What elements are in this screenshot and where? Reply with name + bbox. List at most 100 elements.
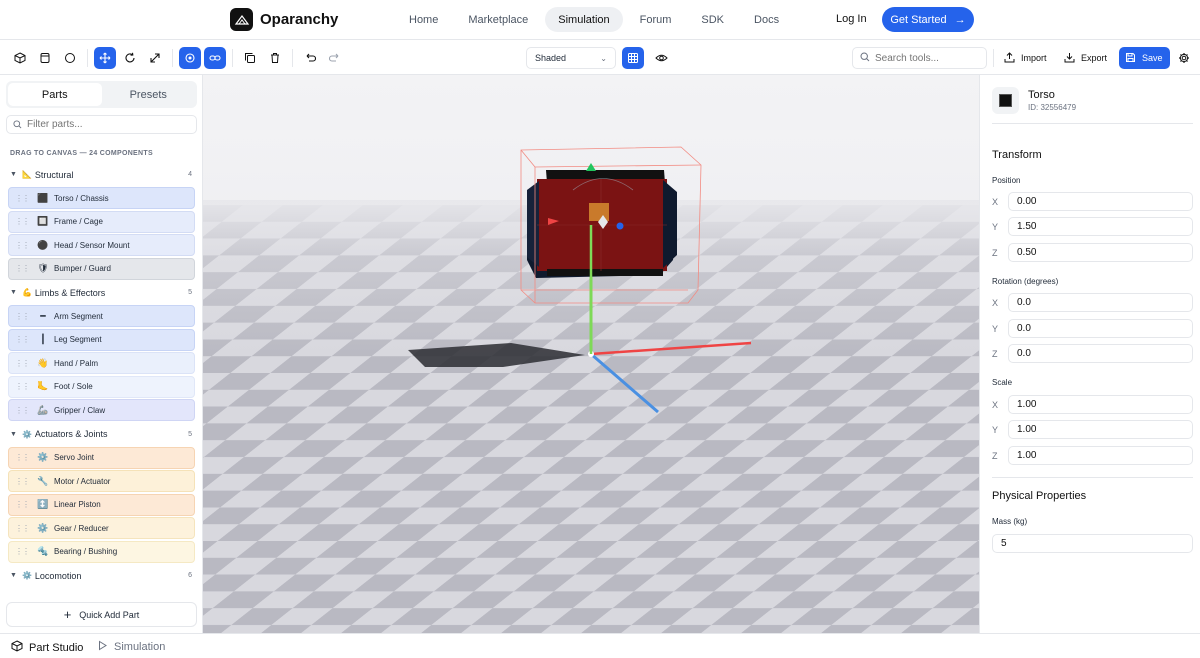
- drag-handle-icon[interactable]: ⋮⋮: [15, 477, 30, 486]
- export-button[interactable]: Export: [1058, 47, 1113, 69]
- list-item[interactable]: ⋮⋮ ⚙️ Servo Joint: [8, 446, 195, 469]
- category-locomotion[interactable]: ▼ ⚙️ Locomotion 6: [0, 564, 202, 587]
- redo-icon[interactable]: [324, 47, 346, 69]
- item-label: Arm Segment: [54, 311, 103, 321]
- drag-handle-icon[interactable]: ⋮⋮: [15, 241, 30, 250]
- list-item[interactable]: ⋮⋮ 🔩 Bearing / Bushing: [8, 540, 195, 563]
- cube-icon[interactable]: [9, 47, 31, 69]
- tab-presets[interactable]: Presets: [102, 83, 196, 106]
- brand-logo-icon[interactable]: [230, 8, 253, 31]
- drag-handle-icon[interactable]: ⋮⋮: [15, 217, 30, 226]
- get-started-button[interactable]: Get Started →: [882, 7, 974, 32]
- snap-icon[interactable]: [179, 47, 201, 69]
- quick-add-label: Quick Add Part: [79, 609, 140, 620]
- scale-icon[interactable]: [144, 47, 166, 69]
- scale-z-field[interactable]: 1.00: [1008, 446, 1193, 465]
- tab-label: Part Studio: [29, 641, 84, 654]
- drag-handle-icon[interactable]: ⋮⋮: [15, 453, 30, 462]
- toolbar-divider: [172, 49, 173, 67]
- duplicate-icon[interactable]: [239, 47, 261, 69]
- gear-icon[interactable]: [1173, 47, 1195, 69]
- category-count: 5: [188, 430, 192, 438]
- drag-handle-icon[interactable]: ⋮⋮: [15, 382, 30, 391]
- hand-icon: 👋: [37, 357, 49, 368]
- rotation-y-field[interactable]: 0.0: [1008, 319, 1193, 338]
- category-actuators[interactable]: ▼ ⚙️ Actuators & Joints 5: [0, 423, 202, 446]
- tool-search[interactable]: [852, 47, 987, 69]
- import-button[interactable]: Import: [998, 47, 1053, 69]
- scale-y-field[interactable]: 1.00: [1008, 420, 1193, 439]
- list-item[interactable]: ⋮⋮ ↕️ Linear Piston: [8, 493, 195, 516]
- nav-link-simulation[interactable]: Simulation: [545, 7, 623, 32]
- drag-handle-icon[interactable]: ⋮⋮: [15, 500, 30, 509]
- chevron-down-icon: ▼: [10, 430, 17, 438]
- list-item[interactable]: ⋮⋮ 👋 Hand / Palm: [8, 352, 195, 374]
- list-item[interactable]: ⋮⋮ ━ Arm Segment: [8, 305, 195, 327]
- axis-label-x: X: [992, 197, 999, 207]
- pivot-cube[interactable]: [589, 203, 609, 221]
- list-item[interactable]: ⋮⋮ 🔧 Motor / Actuator: [8, 470, 195, 492]
- nav-link-sdk[interactable]: SDK: [688, 7, 737, 32]
- filter-parts[interactable]: [6, 115, 197, 134]
- nav-link-forum[interactable]: Forum: [627, 7, 685, 32]
- list-item[interactable]: ⋮⋮ 🦶 Foot / Sole: [8, 375, 195, 398]
- tab-simulation[interactable]: Simulation: [97, 640, 165, 654]
- black-square-icon: ⬛: [37, 192, 49, 203]
- search-input[interactable]: [875, 52, 975, 64]
- list-item[interactable]: ⋮⋮ 🦾 Gripper / Claw: [8, 399, 195, 421]
- drag-handle-icon[interactable]: ⋮⋮: [15, 312, 30, 321]
- mass-field[interactable]: 5: [992, 534, 1193, 553]
- trash-icon[interactable]: [264, 47, 286, 69]
- list-item[interactable]: ⋮⋮ 🛡 Bumper / Guard: [8, 257, 195, 280]
- drag-handle-icon[interactable]: ⋮⋮: [15, 359, 30, 368]
- scale-label: Scale: [992, 378, 1013, 387]
- link-icon[interactable]: [204, 47, 226, 69]
- axis-label-z: Z: [992, 248, 998, 258]
- drag-handle-icon[interactable]: ⋮⋮: [15, 406, 30, 415]
- category-structural[interactable]: ▼ 📐 Structural 4: [0, 163, 202, 186]
- list-item[interactable]: ⋮⋮ ┃ Leg Segment: [8, 328, 195, 351]
- vertical-line-icon: ┃: [40, 334, 46, 344]
- brand-name[interactable]: Oparanchy: [260, 11, 338, 28]
- list-item[interactable]: ⋮⋮ 🔲 Frame / Cage: [8, 210, 195, 233]
- cylinder-icon[interactable]: [34, 47, 56, 69]
- z-axis-handle[interactable]: [616, 222, 624, 230]
- list-item[interactable]: ⋮⋮ ⚫ Head / Sensor Mount: [8, 234, 195, 256]
- nav-link-marketplace[interactable]: Marketplace: [455, 7, 541, 32]
- rotation-x-field[interactable]: 0.0: [1008, 293, 1193, 312]
- position-y-field[interactable]: 1.50: [1008, 217, 1193, 236]
- list-item[interactable]: ⋮⋮ ⚙️ Gear / Reducer: [8, 517, 195, 539]
- item-label: Motor / Actuator: [54, 476, 111, 486]
- drag-handle-icon[interactable]: ⋮⋮: [15, 194, 30, 203]
- scale-x-field[interactable]: 1.00: [1008, 395, 1193, 414]
- divider: [992, 123, 1193, 124]
- axis-label-x: X: [992, 400, 999, 410]
- drag-handle-icon[interactable]: ⋮⋮: [15, 524, 30, 533]
- category-count: 4: [188, 171, 192, 178]
- rotation-z-field[interactable]: 0.0: [1008, 344, 1193, 363]
- position-z-field[interactable]: 0.50: [1008, 243, 1193, 262]
- login-link[interactable]: Log In: [836, 13, 867, 25]
- category-limbs[interactable]: ▼ 💪 Limbs & Effectors 5: [0, 281, 202, 304]
- nav-link-home[interactable]: Home: [396, 7, 451, 32]
- eye-icon[interactable]: [650, 47, 672, 69]
- 3d-viewport[interactable]: [203, 75, 979, 633]
- move-icon[interactable]: [94, 47, 116, 69]
- undo-icon[interactable]: [299, 47, 321, 69]
- quick-add-part-button[interactable]: + Quick Add Part: [6, 602, 197, 627]
- position-x-field[interactable]: 0.00: [1008, 192, 1193, 211]
- drag-handle-icon[interactable]: ⋮⋮: [15, 264, 30, 273]
- save-button[interactable]: Save: [1119, 47, 1170, 69]
- sphere-icon[interactable]: [59, 47, 81, 69]
- tab-part-studio[interactable]: Part Studio: [11, 640, 83, 655]
- grid-icon[interactable]: [622, 47, 644, 69]
- drag-handle-icon[interactable]: ⋮⋮: [15, 335, 30, 344]
- view-mode-select[interactable]: Shaded ⌄: [526, 47, 616, 69]
- nav-link-docs[interactable]: Docs: [741, 7, 792, 32]
- drag-handle-icon[interactable]: ⋮⋮: [15, 547, 30, 556]
- scene-canvas[interactable]: [203, 75, 979, 633]
- rotate-icon[interactable]: [119, 47, 141, 69]
- tab-parts[interactable]: Parts: [8, 83, 102, 106]
- filter-input[interactable]: [27, 119, 187, 130]
- list-item[interactable]: ⋮⋮ ⬛ Torso / Chassis: [8, 187, 195, 209]
